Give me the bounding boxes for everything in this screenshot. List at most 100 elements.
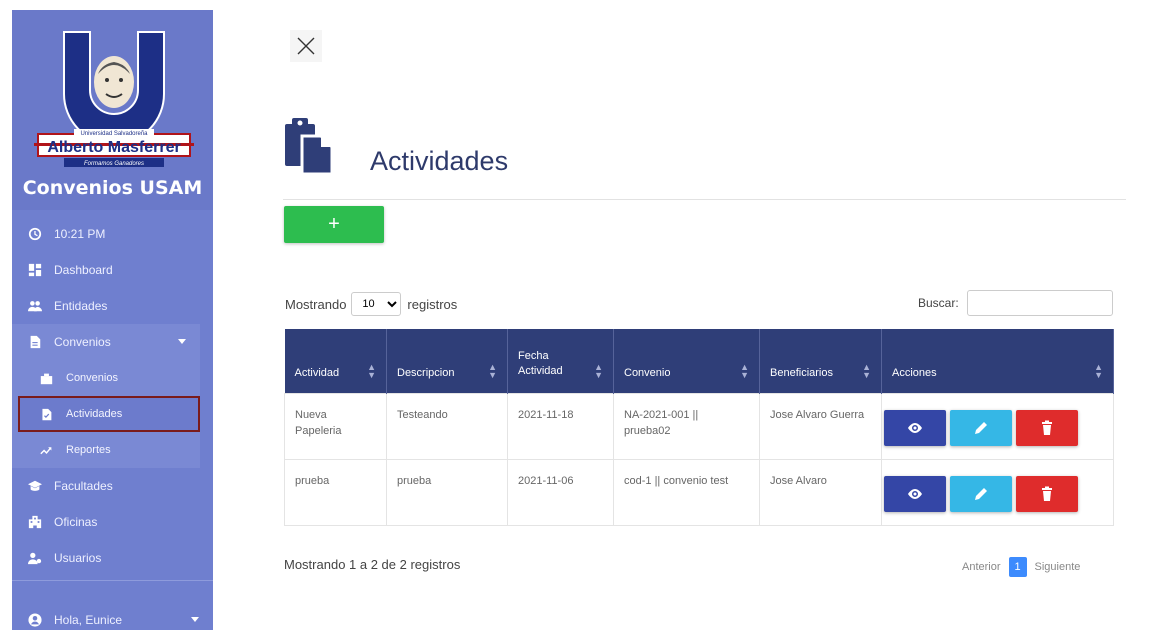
row-actions	[884, 473, 1103, 512]
submenu-item-label: Reportes	[66, 444, 111, 456]
close-button[interactable]	[290, 30, 322, 62]
pagination-page[interactable]: 1	[1008, 557, 1027, 577]
cell-descripcion: Testeando	[386, 392, 508, 460]
submenu-item-label: Actividades	[66, 408, 123, 420]
chevron-down-icon	[178, 339, 186, 344]
edit-button[interactable]	[950, 409, 1012, 446]
sidebar-item-label: Dashboard	[54, 263, 113, 277]
sort-icon: ▲ ▼	[594, 361, 603, 380]
column-label: Descripcion	[397, 366, 455, 379]
cell-acciones	[881, 392, 1114, 460]
trash-icon	[1042, 486, 1052, 501]
svg-text:Formamos Ganadores: Formamos Ganadores	[84, 161, 144, 167]
sidebar-item-oficinas[interactable]: Oficinas	[12, 504, 213, 540]
clock-icon	[26, 225, 44, 243]
sidebar-item-label: Entidades	[54, 299, 108, 313]
sidebar: Universidad Salvadoreña Alberto Masferre…	[12, 10, 213, 630]
column-header-descripcion[interactable]: Descripcion ▲ ▼	[386, 329, 508, 393]
cell-beneficiarios: Jose Alvaro Guerra	[759, 392, 882, 460]
cell-fecha: 2021-11-06	[507, 458, 614, 526]
chevron-down-icon	[191, 617, 199, 622]
eye-icon	[908, 422, 922, 433]
submenu-item-reportes[interactable]: Reportes	[12, 432, 200, 468]
column-label: Actividad	[294, 366, 340, 379]
pagination-previous[interactable]: Anterior	[962, 561, 1001, 573]
page-title: Actividades	[370, 146, 509, 176]
graduation-cap-icon	[26, 477, 44, 495]
close-icon	[297, 37, 315, 55]
file-check-icon	[38, 408, 54, 421]
delete-button[interactable]	[1016, 475, 1078, 512]
sidebar-item-label: 10:21 PM	[54, 227, 106, 241]
cell-actividad: Nueva Papeleria	[284, 392, 387, 460]
delete-button[interactable]	[1016, 409, 1078, 446]
column-header-fecha[interactable]: Fecha Actividad ▲ ▼	[507, 329, 614, 393]
sort-icon: ▲ ▼	[740, 361, 749, 380]
column-label: Fecha Actividad	[518, 349, 563, 377]
sidebar-item-label: Usuarios	[54, 551, 102, 565]
submenu-item-actividades[interactable]: Actividades	[18, 396, 200, 432]
submenu-item-label: Convenios	[66, 372, 118, 384]
sidebar-item-usuarios[interactable]: Usuarios	[12, 540, 213, 576]
length-suffix: registros	[407, 296, 458, 312]
sidebar-menu: 10:21 PM Dashboard Entidades Convenios C…	[12, 210, 213, 576]
sidebar-item-facultades[interactable]: Facultades	[12, 468, 213, 504]
users-icon	[26, 297, 44, 315]
row-actions	[884, 407, 1103, 446]
column-header-actividad[interactable]: Actividad ▲ ▼	[284, 329, 387, 393]
cell-acciones	[881, 458, 1114, 526]
page-length-control: Mostrando 10 registros	[285, 292, 457, 316]
cell-fecha: 2021-11-18	[507, 392, 614, 460]
file-icon	[26, 333, 44, 351]
sidebar-item-label: Facultades	[54, 479, 113, 493]
table-info: Mostrando 1 a 2 de 2 registros	[284, 557, 461, 572]
user-circle-icon	[26, 611, 44, 629]
cell-descripcion: prueba	[386, 458, 508, 526]
table-row: Nueva Papeleria Testeando 2021-11-18 NA-…	[284, 392, 1114, 460]
sort-icon: ▲ ▼	[488, 361, 497, 380]
clipboard-files-icon	[285, 118, 334, 174]
title-divider	[283, 199, 1126, 200]
table-row: prueba prueba 2021-11-06 cod-1 || conven…	[284, 458, 1114, 526]
user-cog-icon	[26, 549, 44, 567]
sidebar-item-dashboard[interactable]: Dashboard	[12, 252, 213, 288]
sort-icon: ▲ ▼	[1094, 361, 1103, 380]
column-label: Acciones	[892, 366, 937, 379]
page-length-select[interactable]: 10	[351, 292, 402, 316]
brand-title: Convenios USAM	[22, 177, 203, 199]
pagination-next[interactable]: Siguiente	[1035, 561, 1081, 573]
cell-beneficiarios: Jose Alvaro	[759, 458, 882, 526]
sidebar-item-time: 10:21 PM	[12, 216, 213, 252]
usam-logo: Universidad Salvadoreña Alberto Masferre…	[34, 31, 194, 167]
submenu-item-convenios[interactable]: Convenios	[12, 360, 200, 396]
column-header-beneficiarios[interactable]: Beneficiarios ▲ ▼	[759, 329, 882, 393]
table-header-row: Actividad ▲ ▼ Descripcion ▲ ▼ Fecha Activida…	[284, 329, 1114, 393]
sort-icon: ▲ ▼	[367, 361, 376, 380]
column-label: Beneficiarios	[770, 366, 833, 379]
svg-text:Universidad Salvadoreña: Universidad Salvadoreña	[80, 131, 148, 137]
activities-table: Actividad ▲ ▼ Descripcion ▲ ▼ Fecha Activida…	[284, 329, 1114, 526]
column-header-acciones[interactable]: Acciones ▲ ▼	[881, 329, 1114, 393]
add-activity-button[interactable]: +	[284, 206, 384, 243]
view-button[interactable]	[884, 475, 946, 512]
length-prefix: Mostrando	[285, 296, 347, 312]
building-icon	[26, 513, 44, 531]
user-menu[interactable]: Hola, Eunice	[12, 602, 213, 630]
sidebar-item-label: Convenios	[54, 335, 111, 349]
cell-convenio: cod-1 || convenio test	[613, 458, 760, 526]
search-input[interactable]	[966, 290, 1113, 316]
sidebar-item-entidades[interactable]: Entidades	[12, 288, 213, 324]
svg-text:Alberto Masferrer: Alberto Masferrer	[47, 139, 180, 156]
view-button[interactable]	[884, 409, 946, 446]
sidebar-item-label: Oficinas	[54, 515, 98, 529]
edit-button[interactable]	[950, 475, 1012, 512]
convenios-submenu: Convenios Actividades Reportes	[12, 360, 200, 468]
column-header-convenio[interactable]: Convenio ▲ ▼	[613, 329, 760, 393]
cell-convenio: NA-2021-001 || prueba02	[613, 392, 760, 460]
dashboard-icon	[26, 261, 44, 279]
sidebar-item-convenios[interactable]: Convenios	[12, 324, 200, 360]
pagination: Anterior 1 Siguiente	[962, 557, 1080, 577]
user-greeting: Hola, Eunice	[54, 613, 123, 627]
pencil-icon	[975, 421, 987, 434]
sort-icon: ▲ ▼	[862, 361, 871, 380]
